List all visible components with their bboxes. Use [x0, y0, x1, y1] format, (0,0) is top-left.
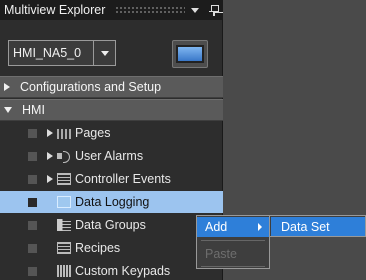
submenu-arrow-icon: [258, 223, 262, 231]
section-configurations[interactable]: Configurations and Setup: [0, 76, 223, 98]
tree-item-custom-keypads[interactable]: Custom Keypads: [0, 260, 223, 280]
status-box: [28, 151, 37, 161]
data-groups-icon: [57, 219, 71, 231]
add-submenu: Data Set: [269, 215, 366, 237]
tree-item-user-alarms[interactable]: User Alarms: [0, 145, 223, 167]
menu-item-data-set[interactable]: Data Set: [271, 217, 365, 236]
expand-arrow-icon[interactable]: [47, 152, 53, 160]
tree-item-recipes[interactable]: Recipes: [0, 237, 223, 259]
alarm-icon: [57, 150, 71, 163]
section-label: HMI: [22, 103, 45, 117]
status-box: [28, 128, 37, 138]
tree-item-controller-events[interactable]: Controller Events: [0, 168, 223, 190]
explorer-titlebar: Multiview Explorer: [0, 0, 223, 20]
data-logging-icon: [57, 196, 71, 208]
pages-icon: [57, 129, 71, 139]
menu-item-label: Paste: [205, 247, 237, 261]
keypads-icon: [57, 265, 71, 277]
tree-item-label: Data Logging: [75, 195, 150, 209]
expand-arrow-icon[interactable]: [47, 175, 53, 183]
tree-item-label: Custom Keypads: [75, 264, 171, 278]
menu-separator: [201, 240, 265, 241]
menu-item-add[interactable]: Add: [197, 217, 269, 237]
hmi-device-icon[interactable]: [172, 40, 208, 68]
menu-item-paste[interactable]: Paste: [197, 244, 269, 264]
status-box: [28, 220, 37, 230]
section-hmi[interactable]: HMI: [0, 99, 223, 121]
tree-item-label: User Alarms: [75, 149, 144, 163]
tree-item-label: Data Groups: [75, 218, 146, 232]
chevron-down-icon: [100, 50, 109, 56]
tree-item-label: Controller Events: [75, 172, 171, 186]
menu-item-label: Add: [205, 220, 228, 234]
tree-item-label: Recipes: [75, 241, 121, 255]
device-selector-value: HMI_NA5_0: [13, 46, 82, 60]
multiview-explorer-panel: Multiview Explorer HMI_NA5_0 Configurati…: [0, 0, 223, 280]
device-selector[interactable]: HMI_NA5_0: [8, 40, 116, 66]
menu-item-label: Data Set: [281, 219, 330, 234]
status-box: [28, 243, 37, 253]
tree-item-data-logging[interactable]: Data Logging: [0, 191, 223, 213]
pin-icon[interactable]: [209, 4, 220, 16]
collapse-arrow-icon[interactable]: [4, 107, 12, 113]
status-box: [28, 266, 37, 276]
tree-item-label: Pages: [75, 126, 111, 140]
status-box: [28, 174, 37, 184]
panel-menu-arrow-icon[interactable]: [191, 7, 200, 13]
drag-grip-icon[interactable]: [115, 6, 186, 14]
events-icon: [57, 173, 71, 185]
expand-arrow-icon[interactable]: [47, 129, 53, 137]
recipes-icon: [57, 242, 71, 254]
device-dropdown-button[interactable]: [93, 41, 115, 65]
status-box: [28, 197, 37, 207]
context-menu: Add Paste: [196, 215, 270, 269]
menu-separator: [201, 266, 265, 267]
expand-arrow-icon[interactable]: [4, 83, 10, 91]
tree-item-pages[interactable]: Pages: [0, 122, 223, 144]
tree-item-data-groups[interactable]: Data Groups: [0, 214, 223, 236]
explorer-title: Multiview Explorer: [4, 3, 106, 17]
section-label: Configurations and Setup: [20, 80, 162, 94]
